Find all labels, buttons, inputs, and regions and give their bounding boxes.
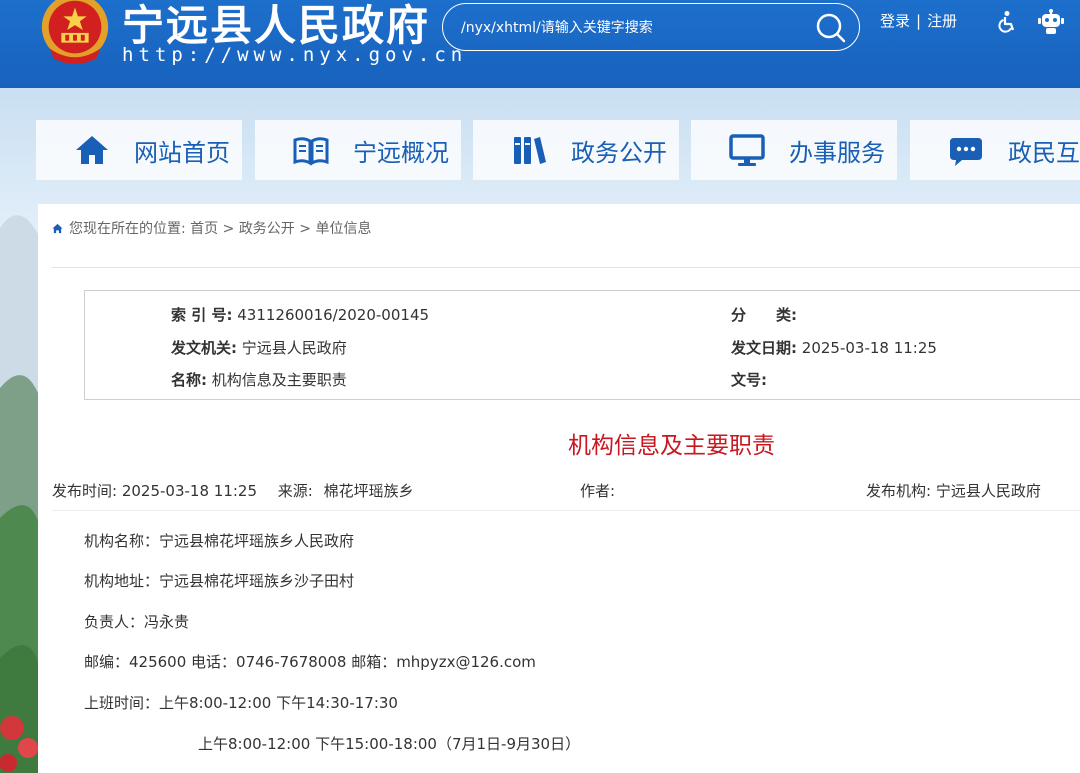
meta-name-value: 机构信息及主要职责 xyxy=(211,371,347,389)
nav-item-label: 政民互动 xyxy=(1008,138,1080,167)
source-value: 棉花坪瑶族乡 xyxy=(323,482,414,500)
article-line-leader: 负责人：冯永贵 xyxy=(84,613,190,631)
nav-item-label: 政务公开 xyxy=(571,138,667,167)
meta-date-value: 2025-03-18 11:25 xyxy=(801,339,937,357)
search-box xyxy=(442,3,860,51)
meta-index-label: 索 引 号: xyxy=(171,306,233,324)
meta-issuer: 发文机关: 宁远县人民政府 xyxy=(171,337,347,358)
article-line-summer-hours: 上午8:00-12:00 下午15:00-18:00（7月1日-9月30日） xyxy=(198,735,581,753)
link-separator: | xyxy=(916,12,922,30)
publish-org-value: 宁远县人民政府 xyxy=(935,482,1041,500)
content-panel: 您现在所在的位置: 首页 > 政务公开 > 单位信息 索 引 号: 431126… xyxy=(38,204,1080,773)
publish-org-label: 发布机构: xyxy=(866,482,932,500)
nav-item-label: 网站首页 xyxy=(134,138,230,167)
breadcrumb-unit-info[interactable]: 单位信息 xyxy=(315,221,371,237)
breadcrumb-home[interactable]: 首页 xyxy=(190,221,218,237)
breadcrumb: 您现在所在的位置: 首页 > 政务公开 > 单位信息 xyxy=(52,218,371,238)
meta-category: 分 类: xyxy=(731,304,797,325)
meta-index-value: 4311260016/2020-00145 xyxy=(237,306,430,324)
document-meta-box: 索 引 号: 4311260016/2020-00145 分 类: 发文机关: … xyxy=(84,290,1080,400)
header-links: 登录 | 注册 xyxy=(880,10,957,31)
site-url: http://www.nyx.gov.cn xyxy=(122,44,468,66)
search-icon[interactable] xyxy=(815,12,847,44)
meta-name-label: 名称: xyxy=(171,371,207,389)
article-line-org-name: 机构名称：宁远县棉花坪瑶族乡人民政府 xyxy=(84,532,355,550)
login-link[interactable]: 登录 xyxy=(880,12,910,30)
nav-item-label: 宁远概况 xyxy=(353,138,449,167)
nav-item-gov-affairs[interactable]: 政务公开 xyxy=(473,120,679,180)
main-nav: 网站首页 宁远概况 政务公开 办事服务 政民互 xyxy=(36,120,1080,180)
publish-info: 发布时间: 2025-03-18 11:25 来源: 棉花坪瑶族乡 xyxy=(52,480,414,501)
meta-docno-label: 文号: xyxy=(731,371,767,389)
source-label: 来源: xyxy=(277,482,313,500)
publish-org-info: 发布机构: 宁远县人民政府 xyxy=(866,480,1041,501)
meta-issuer-label: 发文机关: xyxy=(171,339,237,357)
author-label: 作者: xyxy=(580,482,616,500)
meta-category-label: 分 类: xyxy=(731,306,797,324)
breadcrumb-gov-affairs[interactable]: 政务公开 xyxy=(239,221,295,237)
nav-item-overview[interactable]: 宁远概况 xyxy=(255,120,461,180)
meta-name: 名称: 机构信息及主要职责 xyxy=(171,369,347,390)
register-link[interactable]: 注册 xyxy=(927,12,957,30)
nav-item-home[interactable]: 网站首页 xyxy=(36,120,242,180)
author-info: 作者: xyxy=(580,480,615,501)
monitor-icon xyxy=(729,134,765,166)
publish-time: 2025-03-18 11:25 xyxy=(121,482,258,500)
meta-date: 发文日期: 2025-03-18 11:25 xyxy=(731,337,937,358)
breadcrumb-separator: > xyxy=(222,221,235,237)
accessibility-icon[interactable] xyxy=(995,10,1019,34)
article-title: 机构信息及主要职责 xyxy=(568,433,775,459)
home-icon xyxy=(76,136,108,164)
nav-item-interaction[interactable]: 政民互动 xyxy=(910,120,1080,180)
chat-icon xyxy=(950,138,982,166)
robot-icon[interactable] xyxy=(1037,9,1065,35)
breadcrumb-prefix: 您现在所在的位置: xyxy=(69,221,186,237)
article-line-contact: 邮编：425600 电话：0746-7678008 邮箱：mhpyzx@126.… xyxy=(84,653,536,671)
meta-issuer-value: 宁远县人民政府 xyxy=(241,339,347,357)
divider xyxy=(52,510,1080,511)
meta-index: 索 引 号: 4311260016/2020-00145 xyxy=(171,304,429,325)
search-input[interactable] xyxy=(459,14,803,42)
files-icon xyxy=(514,137,546,164)
book-icon xyxy=(293,137,329,166)
article-title-wrap: 机构信息及主要职责 xyxy=(568,426,775,460)
national-emblem-icon xyxy=(41,0,109,65)
nav-item-services[interactable]: 办事服务 xyxy=(691,120,897,180)
nav-item-label: 办事服务 xyxy=(789,138,885,167)
site-header: 宁远县人民政府 http://www.nyx.gov.cn 登录|注册 xyxy=(0,0,1080,88)
publish-time-label: 发布时间: xyxy=(52,482,118,500)
breadcrumb-separator: > xyxy=(299,221,311,237)
home-icon xyxy=(52,223,63,234)
tree-scenery xyxy=(0,215,40,773)
meta-date-label: 发文日期: xyxy=(731,339,797,357)
article-line-hours: 上班时间：上午8:00-12:00 下午14:30-17:30 xyxy=(84,694,398,712)
divider xyxy=(52,267,1080,268)
article-line-address: 机构地址：宁远县棉花坪瑶族乡沙子田村 xyxy=(84,572,355,590)
meta-docno: 文号: xyxy=(731,369,767,390)
